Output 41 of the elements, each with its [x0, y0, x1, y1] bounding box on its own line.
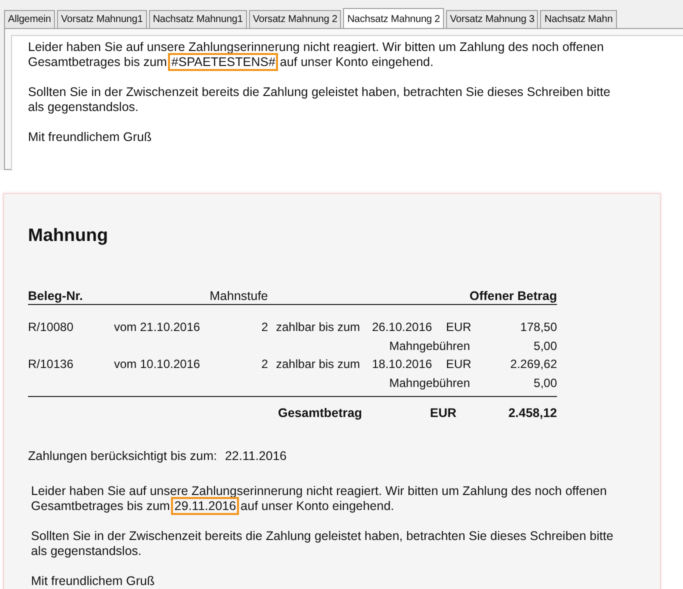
- paragraph: Sollten Sie in der Zwischenzeit bereits die Zahlung geleistet haben, betrachten Sie dieses Schreiben bitte als gegenstandslos.: [31, 528, 614, 558]
- document-number: R/10080: [28, 319, 74, 336]
- payments-date: 22.11.2016: [224, 448, 287, 465]
- fee-label: Mahngebühren: [388, 374, 471, 392]
- tab[interactable]: Nachsatz Mahnung1: [148, 10, 247, 28]
- due-date: 18.10.2016: [372, 356, 434, 373]
- document-number: R/10136: [28, 356, 74, 373]
- paragraph: Sollten Sie in der Zwischenzeit bereits die Zahlung geleistet haben, betrachten Sie dieses Schreiben bitte als gegenstandslos.: [28, 85, 612, 115]
- column-header: Mahnstufe: [208, 288, 268, 304]
- amount: 2.269,62: [509, 356, 557, 373]
- payments-label: Zahlungen berücksichtigt bis zum:: [28, 448, 217, 465]
- tab[interactable]: Nachsatz Mahn: [540, 10, 617, 28]
- due-date: 26.10.2016: [372, 319, 434, 336]
- paragraph: Mit freundlichem Gruß: [28, 130, 153, 145]
- tab[interactable]: Vorsatz Mahnung 2: [248, 10, 342, 28]
- column-header: Beleg-Nr.: [28, 288, 84, 304]
- tab[interactable]: Nachsatz Mahnung 2: [343, 8, 444, 28]
- reminder-level: 2: [260, 319, 268, 336]
- paragraph: Leider haben Sie auf unsere Zahlungserinnerung nicht reagiert. Wir bitten um Zahlung des noch offenen Gesamtbetrages bis zum #SPAETESTENS# auf unser Konto eingehend.: [28, 40, 605, 70]
- fee-amount: 5,00: [532, 338, 557, 354]
- invoice-date: vom 10.10.2016: [114, 356, 202, 373]
- currency: EUR: [446, 319, 472, 336]
- tab[interactable]: Vorsatz Mahnung 3: [446, 10, 538, 28]
- currency: EUR: [446, 356, 472, 373]
- fee-amount: 5,00: [532, 374, 557, 392]
- reminder-level: 2: [260, 356, 268, 373]
- total-currency: EUR: [430, 405, 458, 422]
- due-label: zahlbar bis zum: [275, 319, 362, 336]
- text-editor[interactable]: [11, 35, 683, 171]
- total-amount: 2.458,12: [507, 405, 557, 422]
- paragraph: Leider haben Sie auf unsere Zahlungserinnerung nicht reagiert. Wir bitten um Zahlung des noch offenen Gesamtbetrages bis zum 29.11.2016 auf unser Konto eingehend.: [31, 484, 608, 514]
- column-header: Offener Betrag: [468, 288, 557, 304]
- due-label: zahlbar bis zum: [275, 356, 362, 373]
- total-label: Gesamtbetrag: [278, 405, 364, 422]
- paragraph: Mit freundlichem Gruß: [31, 574, 156, 588]
- tab[interactable]: Vorsatz Mahnung1: [57, 10, 147, 28]
- fee-label: Mahngebühren: [388, 338, 471, 354]
- amount: 178,50: [519, 319, 557, 336]
- tab[interactable]: Allgemein: [4, 10, 56, 28]
- invoice-date: vom 21.10.2016: [114, 319, 202, 336]
- document-title: Mahnung: [28, 224, 109, 247]
